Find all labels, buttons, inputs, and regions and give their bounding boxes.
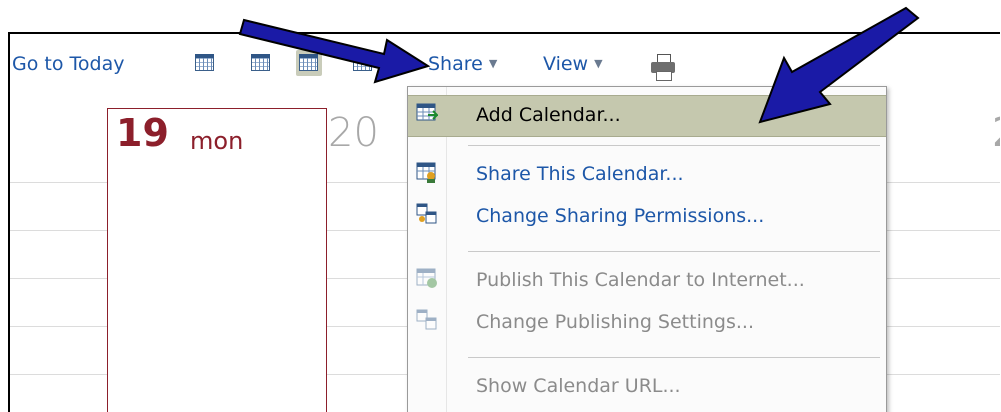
arrow-to-share-icon [238,18,431,84]
arrow-to-add-calendar-icon [758,6,920,124]
annotation-arrows [238,6,920,124]
